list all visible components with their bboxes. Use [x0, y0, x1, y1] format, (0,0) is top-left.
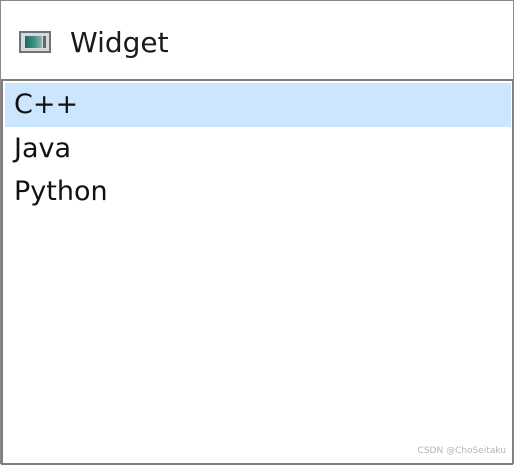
window-icon-pane: [25, 36, 42, 48]
window-icon-bar: [43, 36, 46, 48]
window-icon: [19, 31, 51, 53]
watermark: CSDN @ChoSeitaku: [417, 446, 506, 456]
list-item-cpp[interactable]: C++: [5, 83, 511, 127]
window-title: Widget: [70, 26, 169, 59]
list-item-python[interactable]: Python: [5, 170, 511, 214]
title-bar[interactable]: Widget: [1, 1, 513, 79]
list-item-java[interactable]: Java: [5, 127, 511, 171]
language-list[interactable]: C++ Java Python: [1, 79, 513, 465]
app-window: Widget C++ Java Python CSDN @ChoSeitaku: [0, 0, 514, 465]
